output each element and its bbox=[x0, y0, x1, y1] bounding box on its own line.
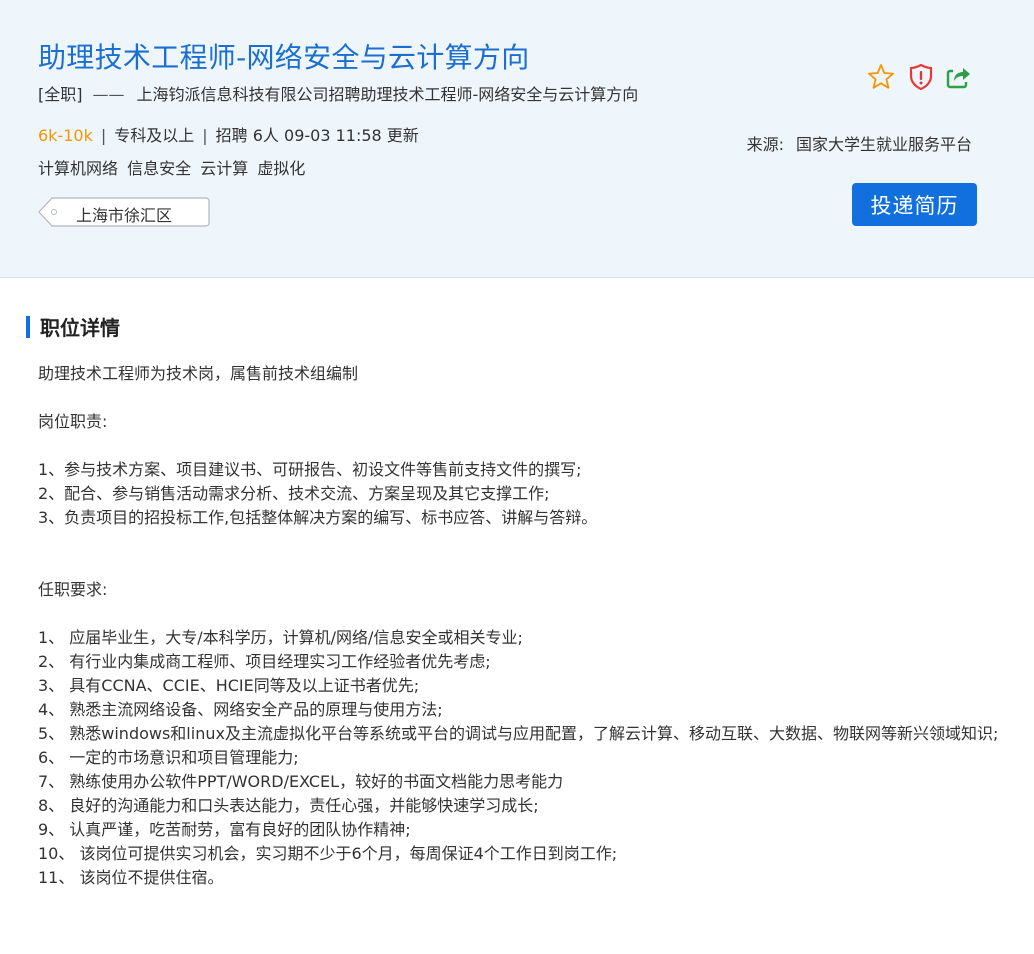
job-intro: 助理技术工程师为技术岗，属售前技术组编制 bbox=[38, 364, 359, 383]
job-tag: 计算机网络 bbox=[38, 159, 119, 178]
source-label: 来源: bbox=[746, 135, 784, 154]
job-title: 助理技术工程师-网络安全与云计算方向 bbox=[38, 41, 530, 74]
requirement-item: 10、 该岗位可提供实习机会，实习期不少于6个月，每周保证4个工作日到岗工作; bbox=[38, 844, 618, 863]
updated-time: 09-03 11:58 更新 bbox=[284, 126, 419, 145]
subtitle-dash: —— bbox=[92, 85, 125, 104]
section-accent-bar bbox=[26, 316, 30, 338]
headcount: 招聘 6人 bbox=[215, 126, 279, 145]
requirement-item: 2、 有行业内集成商工程师、项目经理实习工作经验者优先考虑; bbox=[38, 652, 491, 671]
requirement-item: 1、 应届毕业生，大专/本科学历，计算机/网络/信息安全或相关专业; bbox=[38, 628, 523, 647]
job-type: [全职] bbox=[38, 85, 83, 104]
education: 专科及以上 bbox=[114, 126, 195, 145]
section-title: 职位详情 bbox=[40, 316, 120, 340]
company-line: 上海钧派信息科技有限公司招聘助理技术工程师-网络安全与云计算方向 bbox=[136, 85, 639, 104]
source-value: 国家大学生就业服务平台 bbox=[795, 135, 972, 154]
job-tag: 虚拟化 bbox=[257, 159, 306, 178]
duties-heading: 岗位职责: bbox=[38, 412, 108, 431]
apply-resume-button[interactable]: 投递简历 bbox=[852, 183, 977, 226]
requirement-item: 4、 熟悉主流网络设备、网络安全产品的原理与使用方法; bbox=[38, 700, 443, 719]
duty-item: 2、配合、参与销售活动需求分析、技术交流、方案呈现及其它支撑工作; bbox=[38, 484, 550, 503]
job-description: 助理技术工程师为技术岗，属售前技术组编制 岗位职责: 1、参与技术方案、项目建议… bbox=[38, 362, 1018, 890]
requirement-item: 3、 具有CCNA、CCIE、HCIE同等及以上证书者优先; bbox=[38, 676, 420, 695]
requirements-heading: 任职要求: bbox=[38, 580, 108, 599]
star-icon[interactable] bbox=[866, 62, 896, 92]
duty-item: 1、参与技术方案、项目建议书、可研报告、初设文件等售前支持文件的撰写; bbox=[38, 460, 582, 479]
job-tag: 云计算 bbox=[200, 159, 249, 178]
requirement-item: 6、 一定的市场意识和项目管理能力; bbox=[38, 748, 299, 767]
job-source: 来源: 国家大学生就业服务平台 bbox=[747, 131, 972, 155]
requirement-item: 8、 良好的沟通能力和口头表达能力，责任心强，并能够快速学习成长; bbox=[38, 796, 539, 815]
requirement-item: 11、 该岗位不提供住宿。 bbox=[38, 868, 224, 887]
requirement-item: 9、 认真严谨，吃苦耐劳，富有良好的团队协作精神; bbox=[38, 820, 411, 839]
job-subtitle: [全职] —— 上海钧派信息科技有限公司招聘助理技术工程师-网络安全与云计算方向 bbox=[38, 81, 638, 105]
share-icon[interactable] bbox=[944, 62, 974, 92]
job-header: 助理技术工程师-网络安全与云计算方向 [全职] —— 上海钧派信息科技有限公司招聘助… bbox=[0, 0, 1034, 278]
shield-alert-icon[interactable] bbox=[906, 62, 936, 92]
job-tag: 信息安全 bbox=[127, 159, 192, 178]
location-tag: 上海市徐汇区 bbox=[38, 197, 210, 227]
meta-separator: | bbox=[100, 126, 107, 145]
requirement-item: 7、 熟练使用办公软件PPT/WORD/EXCEL，较好的书面文档能力思考能力 bbox=[38, 772, 564, 791]
location-text: 上海市徐汇区 bbox=[76, 206, 173, 225]
duty-item: 3、负责项目的招投标工作,包括整体解决方案的编写、标书应答、讲解与答辩。 bbox=[38, 508, 598, 527]
requirement-item: 5、 熟悉windows和linux及主流虚拟化平台等系统或平台的调试与应用配置… bbox=[38, 724, 999, 743]
salary: 6k-10k bbox=[38, 126, 93, 145]
job-meta: 6k-10k | 专科及以上 | 招聘 6人 09-03 11:58 更新 bbox=[38, 122, 419, 146]
meta-separator: | bbox=[202, 126, 208, 145]
job-tags: 计算机网络 信息安全 云计算 虚拟化 bbox=[38, 155, 309, 179]
